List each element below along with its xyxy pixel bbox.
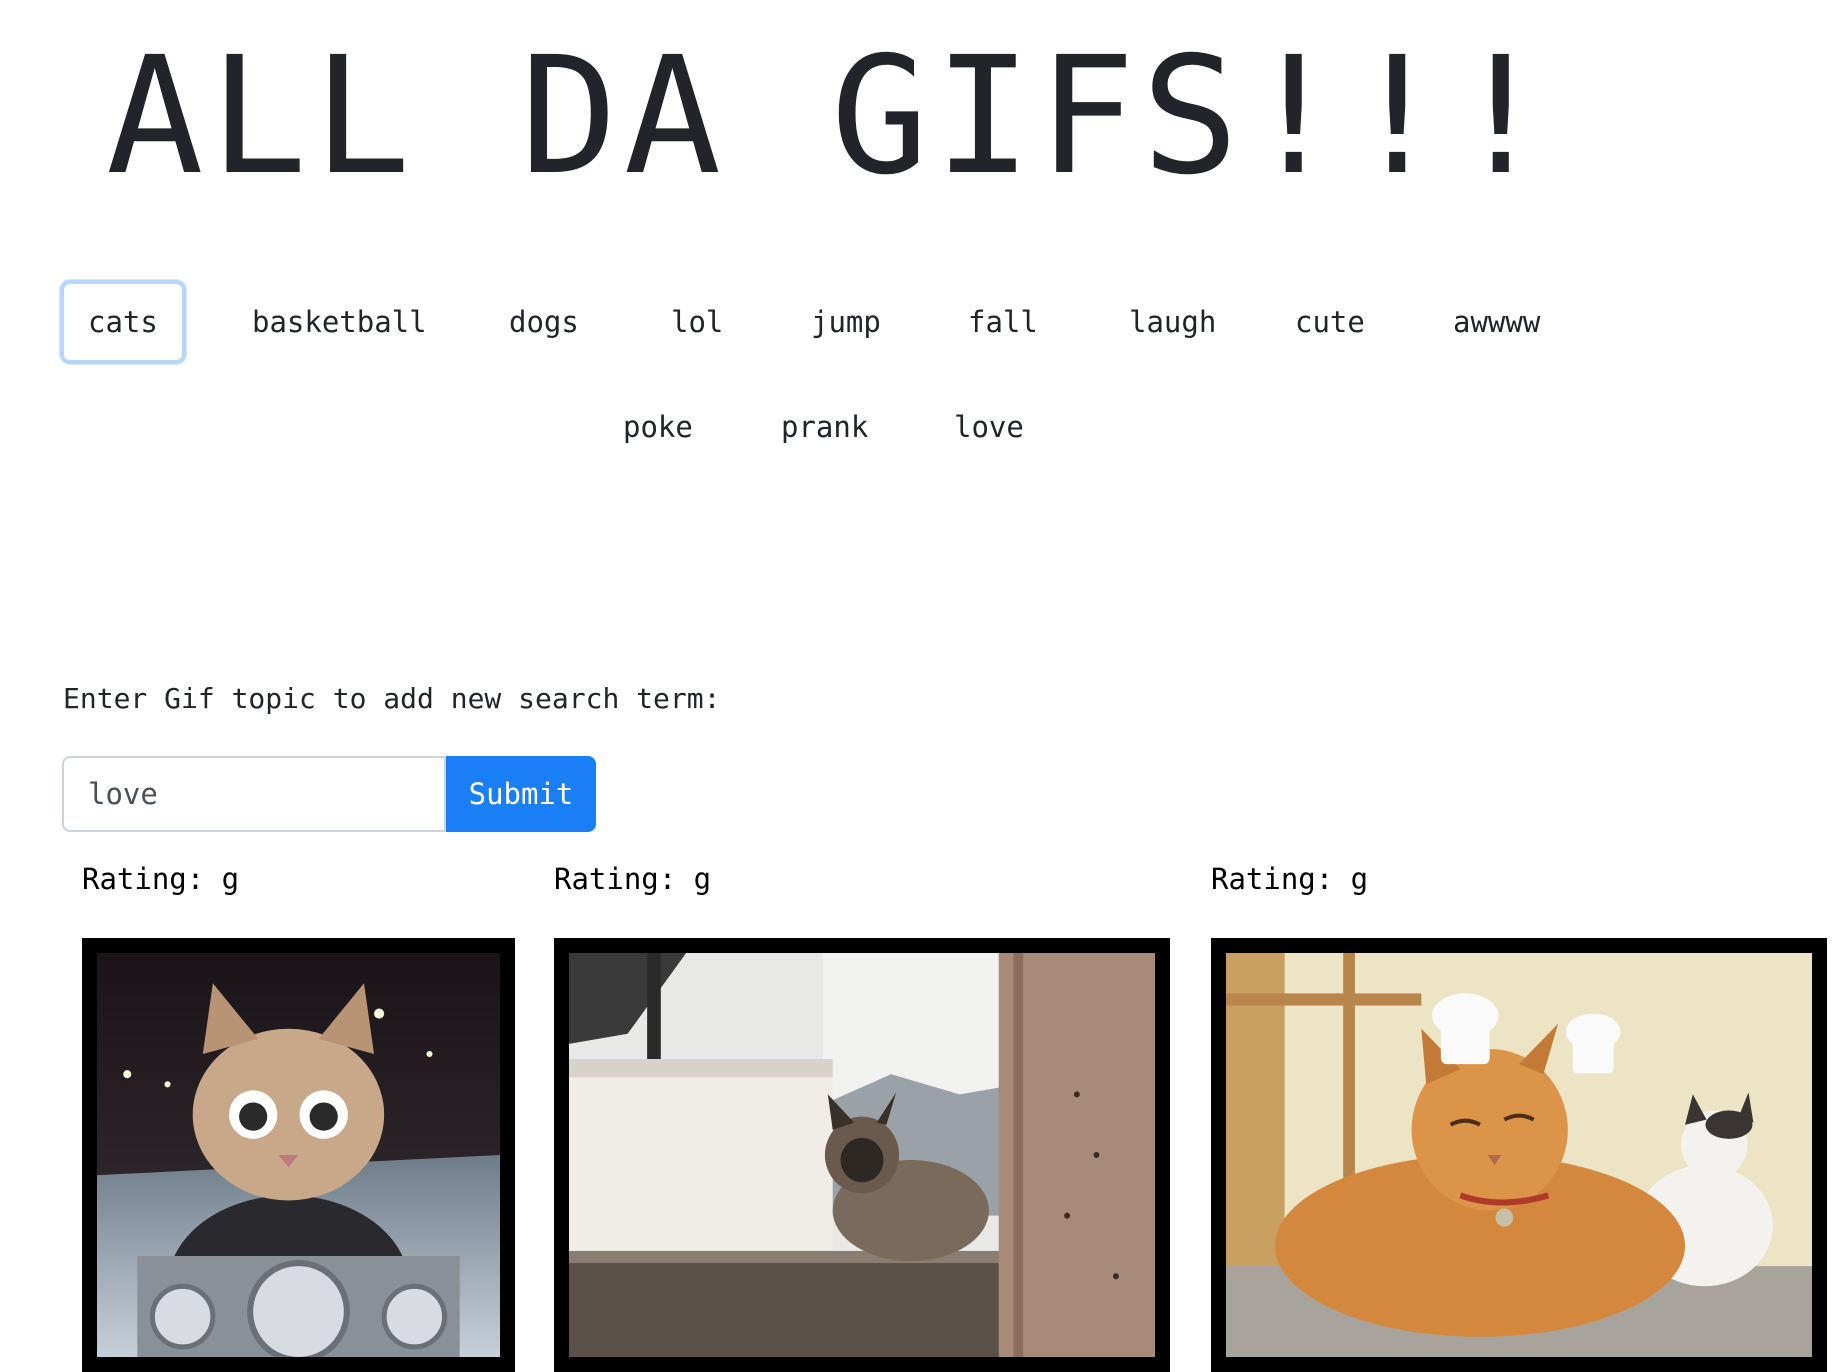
topic-button-jump[interactable]: jump [783, 280, 909, 364]
gif-rating: Rating: g [554, 862, 712, 896]
topic-button-basketball[interactable]: basketball [224, 280, 455, 364]
topic-button-awwww[interactable]: awwww [1425, 280, 1568, 364]
add-topic-prompt: Enter Gif topic to add new search term: [63, 682, 721, 715]
submit-button[interactable]: Submit [446, 756, 596, 832]
topic-button-dogs[interactable]: dogs [481, 280, 607, 364]
topic-button-lol[interactable]: lol [643, 280, 751, 364]
topic-input[interactable] [62, 756, 446, 832]
page-title: ALL DA GIFS!!! [106, 23, 1556, 211]
topic-button-poke[interactable]: poke [595, 385, 721, 469]
chef-hat-cat-illustration [1226, 953, 1812, 1357]
topic-button-laugh[interactable]: laugh [1101, 280, 1244, 364]
topic-button-love[interactable]: love [926, 385, 1052, 469]
topic-button-cats[interactable]: cats [60, 280, 186, 364]
gif-image[interactable] [82, 938, 515, 1372]
topic-button-prank[interactable]: prank [753, 385, 896, 469]
gif-rating: Rating: g [82, 862, 240, 896]
siamese-cat-illustration [569, 953, 1155, 1357]
gif-rating: Rating: g [1211, 862, 1369, 896]
kitten-motorcycle-illustration [97, 953, 500, 1357]
topic-button-cute[interactable]: cute [1267, 280, 1393, 364]
gif-image[interactable] [554, 938, 1170, 1372]
topic-button-fall[interactable]: fall [940, 280, 1066, 364]
gif-image[interactable] [1211, 938, 1827, 1372]
